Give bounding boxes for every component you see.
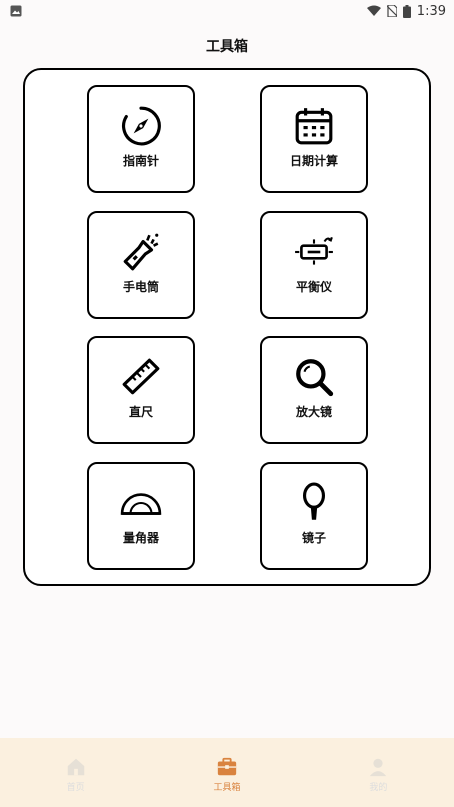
image-notification-icon: [10, 5, 22, 17]
tools-panel: 指南针 日期计算 手电筒 平衡仪 直尺 放大镜 量角器 镜子: [23, 68, 431, 586]
page-title: 工具箱: [206, 39, 248, 55]
tool-label: 平衡仪: [295, 280, 332, 294]
nav-label: 工具箱: [213, 783, 241, 793]
bottom-nav: 首页 工具箱 我的: [0, 738, 454, 807]
nav-label: 我的: [369, 783, 388, 793]
tool-ruler[interactable]: 直尺: [87, 336, 195, 444]
tool-label: 指南针: [122, 154, 159, 168]
nav-home[interactable]: 首页: [0, 738, 151, 807]
protractor-icon: [120, 493, 162, 515]
tool-label: 放大镜: [295, 405, 332, 419]
user-icon: [370, 758, 387, 777]
tool-label: 直尺: [128, 405, 153, 419]
magnifier-icon: [296, 359, 334, 397]
tool-date-calculator[interactable]: 日期计算: [260, 85, 368, 193]
nav-toolbox[interactable]: 工具箱: [151, 738, 302, 807]
level-icon: [295, 236, 333, 265]
tool-magnifier[interactable]: 放大镜: [260, 336, 368, 444]
toolbox-icon: [217, 757, 237, 776]
wifi-icon: [366, 5, 381, 16]
nav-profile[interactable]: 我的: [303, 738, 454, 807]
tool-mirror[interactable]: 镜子: [260, 462, 368, 570]
calendar-icon: [295, 108, 333, 145]
ruler-icon: [122, 358, 160, 395]
tool-label: 量角器: [122, 531, 159, 545]
flashlight-icon: [123, 233, 159, 271]
tool-label: 镜子: [301, 531, 326, 545]
status-time: 1:39: [416, 3, 446, 19]
status-bar: 1:39: [0, 0, 454, 22]
tool-compass[interactable]: 指南针: [87, 85, 195, 193]
mirror-icon: [302, 482, 326, 520]
compass-icon: [122, 106, 161, 146]
tool-label: 日期计算: [289, 154, 338, 168]
battery-icon: [402, 4, 411, 18]
home-icon: [67, 758, 84, 776]
no-sim-icon: [386, 5, 397, 17]
nav-label: 首页: [66, 783, 85, 793]
tool-label: 手电筒: [122, 280, 159, 294]
tool-protractor[interactable]: 量角器: [87, 462, 195, 570]
tool-level[interactable]: 平衡仪: [260, 211, 368, 319]
tool-flashlight[interactable]: 手电筒: [87, 211, 195, 319]
